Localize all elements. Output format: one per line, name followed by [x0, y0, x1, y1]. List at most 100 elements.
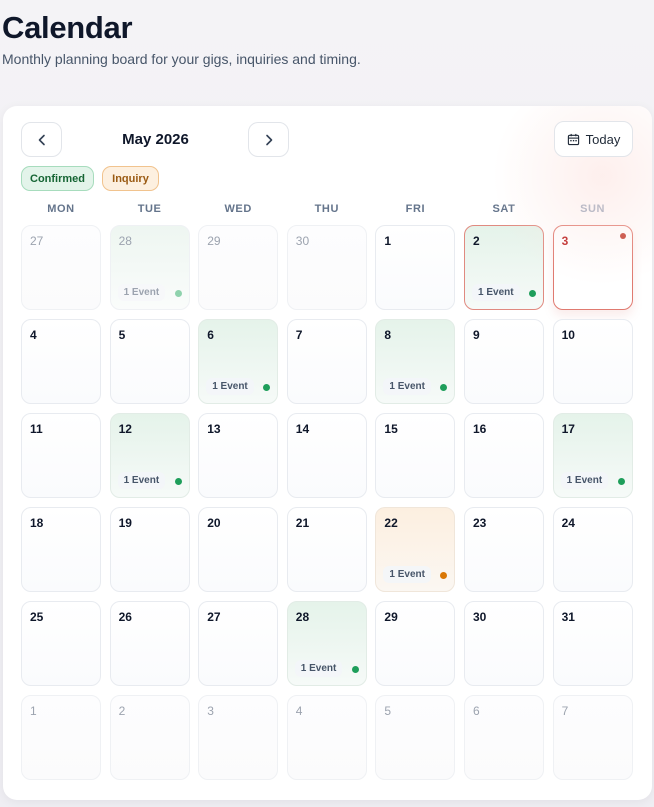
day-number: 8 [384, 328, 392, 342]
event-count-chip[interactable]: 1 Event [383, 378, 431, 395]
day-cell[interactable]: 22 1 Event [375, 507, 456, 592]
day-cell[interactable]: 28 1 Event [286, 601, 367, 686]
day-cell[interactable]: 6 1 Event [198, 319, 279, 404]
chevron-left-icon [38, 134, 45, 145]
day-number: 27 [207, 610, 221, 624]
day-number: 29 [384, 610, 398, 624]
event-status-dot [174, 290, 182, 297]
day-number: 6 [207, 328, 214, 342]
day-number: 16 [473, 422, 487, 436]
today-button[interactable]: Today [554, 121, 633, 157]
event-count-chip[interactable]: 1 Event [383, 566, 431, 583]
prev-month-button[interactable] [21, 122, 62, 157]
weekday-sat: SAT [492, 203, 516, 215]
day-cell[interactable]: 20 [198, 507, 279, 592]
day-cell[interactable]: 11 [21, 413, 101, 498]
calendar-card: May 2026 Today Confirmed Inquiry MON TUE W… [3, 106, 652, 800]
event-status-dot [529, 290, 536, 297]
weekday-tue: TUE [137, 203, 162, 215]
calendar-icon [567, 133, 579, 145]
day-number: 23 [473, 516, 487, 530]
day-number: 13 [207, 422, 221, 436]
day-cell[interactable]: 26 [109, 601, 190, 686]
event-count-chip[interactable]: 1 Event [206, 378, 254, 395]
day-cell[interactable]: 8 1 Event [375, 319, 456, 404]
day-number: 17 [561, 422, 575, 436]
day-cell[interactable]: 28 1 Event [109, 225, 190, 310]
day-cell[interactable]: 2 1 Event [464, 225, 544, 310]
calendar-grid: 27 28 1 Event 29 30 1 2 1 Event 3 4 5 6 1 Event 7 8 1 E… [21, 225, 633, 781]
day-cell[interactable]: 3 [198, 695, 279, 780]
day-cell[interactable]: 30 [464, 601, 544, 686]
day-cell[interactable]: 1 [21, 695, 101, 780]
day-number: 10 [561, 328, 575, 342]
day-cell[interactable]: 4 [286, 695, 367, 780]
day-number: 15 [384, 422, 398, 436]
weekday-mon: MON [47, 203, 75, 215]
day-cell[interactable]: 27 [21, 225, 101, 310]
day-cell[interactable]: 13 [198, 413, 279, 498]
month-title: May 2026 [122, 131, 189, 148]
event-status-dot [263, 384, 271, 391]
today-marker-dot [619, 233, 626, 239]
day-cell[interactable]: 4 [21, 319, 101, 404]
day-number: 1 [384, 234, 392, 248]
event-count-chip[interactable]: 1 Event [560, 472, 609, 489]
legend-confirmed-badge: Confirmed [21, 166, 94, 191]
day-cell[interactable]: 30 [286, 225, 367, 310]
day-cell[interactable]: 12 1 Event [109, 413, 190, 498]
day-cell[interactable]: 17 1 Event [552, 413, 633, 498]
day-cell[interactable]: 3 [552, 225, 633, 310]
chevron-right-icon [265, 134, 272, 145]
day-cell[interactable]: 7 [286, 319, 367, 404]
day-cell[interactable]: 10 [552, 319, 633, 404]
event-count-chip[interactable]: 1 Event [472, 284, 520, 301]
day-cell[interactable]: 23 [464, 507, 544, 592]
day-cell[interactable]: 21 [286, 507, 367, 592]
day-cell[interactable]: 19 [109, 507, 190, 592]
day-cell[interactable]: 5 [375, 695, 456, 780]
day-number: 9 [473, 328, 480, 342]
day-cell[interactable]: 29 [198, 225, 279, 310]
day-number: 18 [30, 516, 44, 530]
day-number: 25 [30, 610, 44, 624]
event-count-chip[interactable]: 1 Event [117, 472, 166, 489]
next-month-button[interactable] [248, 122, 289, 157]
day-cell[interactable]: 25 [21, 601, 101, 686]
legend-inquiry-badge: Inquiry [102, 166, 159, 191]
event-status-dot [174, 478, 182, 485]
day-number: 29 [207, 234, 221, 248]
day-number: 30 [473, 610, 487, 624]
day-number: 7 [561, 704, 569, 718]
event-status-dot [440, 572, 448, 579]
day-number: 4 [30, 328, 37, 342]
weekday-wed: WED [224, 203, 252, 215]
day-cell[interactable]: 15 [375, 413, 456, 498]
day-cell[interactable]: 18 [21, 507, 101, 592]
day-cell[interactable]: 24 [552, 507, 633, 592]
page-subtitle: Monthly planning board for your gigs, in… [2, 51, 361, 67]
day-cell[interactable]: 1 [375, 225, 456, 310]
day-number: 28 [118, 234, 132, 248]
weekday-sun: SUN [580, 203, 606, 215]
day-cell[interactable]: 16 [464, 413, 544, 498]
event-count-chip[interactable]: 1 Event [294, 660, 343, 677]
day-number: 27 [30, 234, 44, 248]
day-cell[interactable]: 7 [552, 695, 633, 780]
page-title: Calendar [2, 10, 133, 45]
day-cell[interactable]: 6 [464, 695, 544, 780]
day-cell[interactable]: 5 [109, 319, 190, 404]
day-number: 19 [118, 516, 132, 530]
day-number: 5 [118, 328, 126, 342]
day-number: 21 [295, 516, 310, 530]
day-number: 2 [473, 234, 480, 248]
day-cell[interactable]: 27 [198, 601, 279, 686]
day-cell[interactable]: 31 [552, 601, 633, 686]
day-cell[interactable]: 29 [375, 601, 456, 686]
event-status-dot [617, 478, 625, 485]
event-count-chip[interactable]: 1 Event [117, 284, 166, 301]
day-cell[interactable]: 9 [464, 319, 544, 404]
day-number: 28 [295, 610, 310, 624]
day-cell[interactable]: 2 [109, 695, 190, 780]
day-cell[interactable]: 14 [286, 413, 367, 498]
